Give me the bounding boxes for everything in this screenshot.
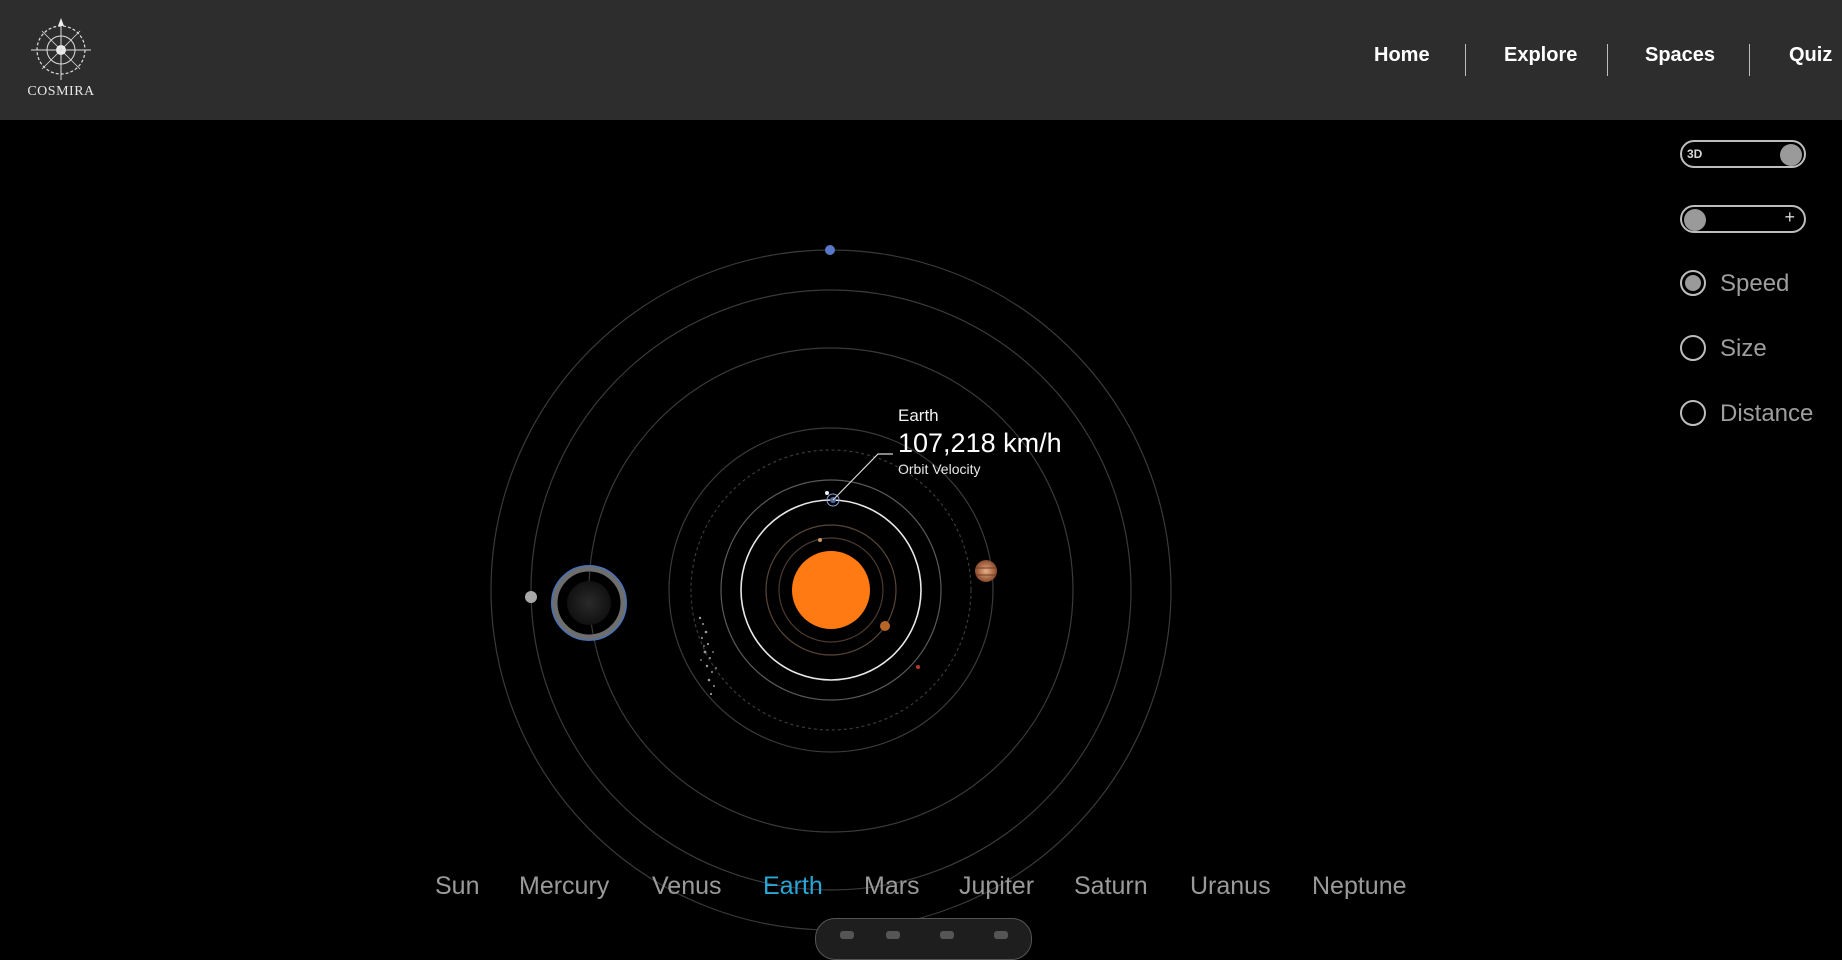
nav-divider [1749,44,1750,76]
sun[interactable] [792,551,870,629]
compass-logo-icon [31,18,91,80]
asteroid-belt [698,616,717,696]
planet-saturn[interactable] [567,581,611,625]
radio-speed-label: Speed [1720,270,1790,297]
nav-quiz[interactable]: Quiz [1789,44,1832,67]
solar-system-canvas [490,245,1172,931]
orbit-velocity-value: 107,218 km/h [898,428,1062,458]
planet-link-venus[interactable]: Venus [652,872,722,901]
radio-speed-button[interactable] [1680,270,1706,296]
radio-distance-button[interactable] [1680,400,1706,426]
dock-icon[interactable] [886,931,900,939]
radio-selected-dot [1685,275,1701,291]
nav-explore[interactable]: Explore [1504,44,1577,67]
radio-size-label: Size [1720,335,1767,362]
selected-planet-name: Earth [898,406,939,425]
toggle-3d-knob [1780,144,1802,166]
toggle-3d-label: 3D [1687,147,1703,161]
planet-mercury[interactable] [818,538,822,542]
nav-divider [1465,44,1466,76]
dock-icon[interactable] [840,931,854,939]
nav-home[interactable]: Home [1374,44,1430,67]
earth-velocity-label: Earth 107,218 km/h Orbit Velocity [898,406,1062,477]
planet-jupiter[interactable] [975,560,997,582]
radio-distance-label: Distance [1720,400,1814,427]
bottom-toolbar[interactable] [815,918,1032,960]
planet-link-saturn[interactable]: Saturn [1074,872,1148,901]
planet-neptune[interactable] [825,245,835,255]
planet-link-jupiter[interactable]: Jupiter [959,872,1034,901]
moon [825,491,829,495]
nav-divider [1607,44,1608,76]
planet-link-uranus[interactable]: Uranus [1190,872,1271,901]
planet-link-neptune[interactable]: Neptune [1312,872,1407,901]
radio-size-button[interactable] [1680,335,1706,361]
planet-link-mercury[interactable]: Mercury [519,872,609,901]
cosmira-logo[interactable]: COSMIRA [26,18,96,102]
logo-text: COSMIRA [27,84,95,99]
planet-mars[interactable] [916,665,920,669]
toggle-zoom[interactable]: + [1680,205,1806,233]
toggle-zoom-knob [1684,209,1706,231]
dock-icon[interactable] [940,931,954,939]
planet-link-sun[interactable]: Sun [435,872,479,901]
solar-system-view[interactable]: Earth 107,218 km/h Orbit Velocity [0,120,1842,937]
orbit-velocity-caption: Orbit Velocity [898,461,981,477]
top-bar: COSMIRA Home Explore Spaces Quiz [0,0,1842,120]
toggle-3d[interactable]: 3D [1680,140,1806,168]
nav-spaces[interactable]: Spaces [1645,44,1715,67]
planet-link-mars[interactable]: Mars [864,872,920,901]
planet-uranus[interactable] [525,591,537,603]
dock-icon[interactable] [994,931,1008,939]
planet-venus[interactable] [880,621,890,631]
plus-icon: + [1784,207,1795,227]
planet-link-earth[interactable]: Earth [763,872,823,901]
